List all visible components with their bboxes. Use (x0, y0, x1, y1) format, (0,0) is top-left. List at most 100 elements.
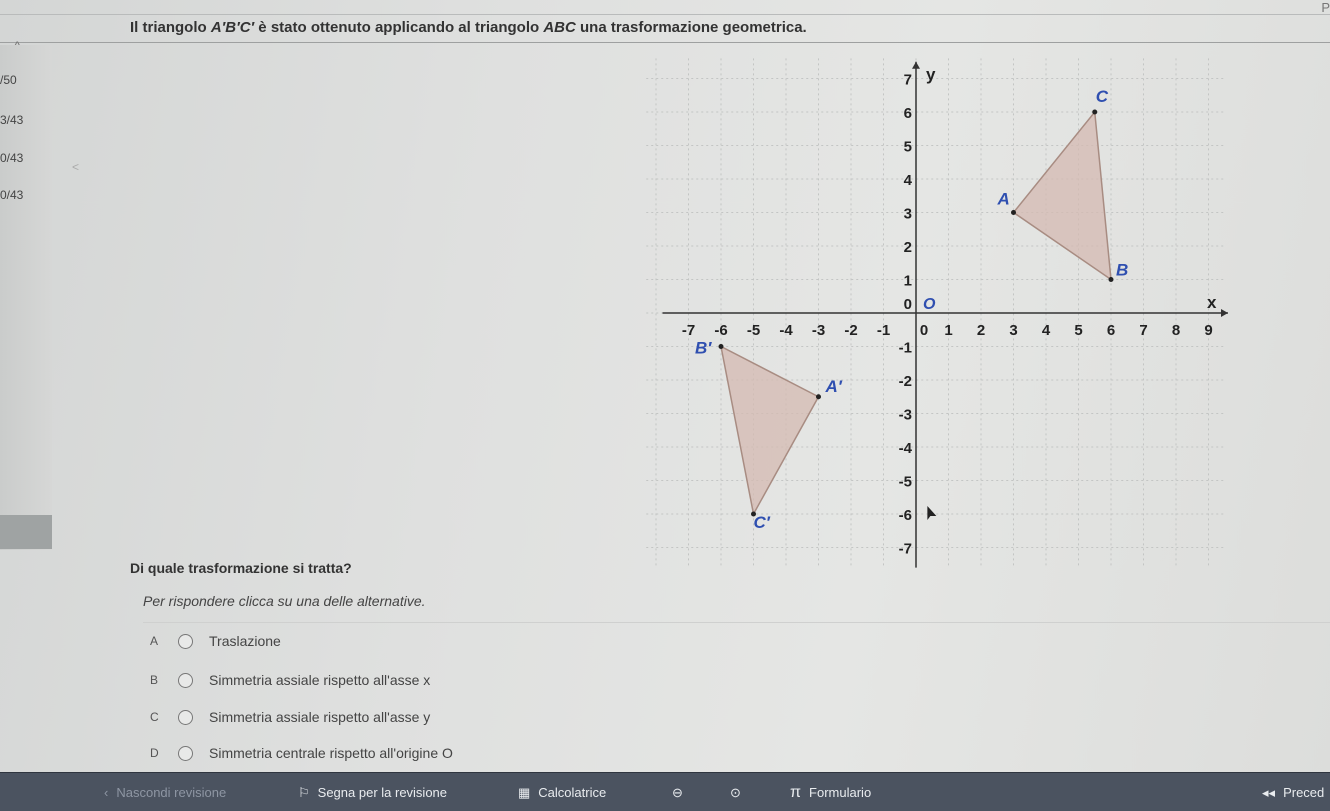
x-tick-label: -5 (747, 322, 760, 339)
x-tick-label: 9 (1204, 322, 1212, 339)
option-letter: A (150, 634, 159, 648)
x-tick-label: -7 (682, 322, 695, 339)
triangle-a-prime-b-prime-c-prime (719, 345, 820, 517)
x-tick-label: -4 (779, 322, 793, 339)
mouse-cursor-icon (927, 506, 937, 520)
triangle-a-prime-b-prime-c-prime-label-c: C′ (754, 513, 771, 532)
x-tick-label: 5 (1074, 322, 1082, 339)
option-d[interactable]: D Simmetria centrale rispetto all'origin… (150, 740, 453, 766)
x-tick-label: -1 (877, 322, 890, 339)
y-tick-label: -5 (899, 474, 912, 491)
radio-button[interactable] (178, 709, 193, 725)
option-letter: C (150, 710, 159, 724)
triangle-a-prime-b-prime-c-prime-label-a: A′ (825, 377, 843, 396)
option-text: Simmetria assiale rispetto all'asse x (209, 672, 431, 688)
origin-label: O (923, 296, 936, 313)
zoom-in-button[interactable]: ⊙ (730, 773, 749, 811)
x-axis-arrow-icon (1221, 309, 1228, 317)
y-tick-label: -4 (899, 440, 913, 457)
radio-button[interactable] (178, 633, 193, 649)
zoom-out-button[interactable]: ⊖ (672, 773, 691, 811)
flag-review-button[interactable]: ⚐ Segna per la revisione (298, 773, 447, 811)
options-divider (143, 622, 1330, 623)
triangle-abc-vertex-c (1092, 109, 1098, 115)
question-prompt: Di quale trasformazione si tratta? (130, 560, 352, 576)
triangle-a-prime-b-prime-c-prime-vertex-a (816, 394, 821, 400)
y-tick-label: 6 (904, 105, 912, 122)
corner-label: P (1321, 0, 1330, 15)
x-tick-label: 1 (944, 322, 952, 339)
question-shape: ABC (543, 19, 576, 36)
option-c[interactable]: C Simmetria assiale rispetto all'asse y (150, 704, 430, 730)
y-tick-label: -2 (899, 373, 912, 390)
sidebar-item-score[interactable]: 0/43 (0, 151, 23, 165)
triangle-abc-label-a: A (997, 190, 1010, 209)
option-b[interactable]: B Simmetria assiale rispetto all'asse x (150, 667, 430, 693)
y-tick-label: 0 (904, 296, 912, 313)
y-tick-label: -6 (899, 507, 912, 524)
x-tick-label: 0 (920, 322, 928, 339)
question-shape-prime: A′B′C′ (210, 19, 255, 36)
radio-button[interactable] (178, 672, 193, 688)
sidebar-active-item[interactable] (0, 515, 52, 549)
calculator-label: Calcolatrice (538, 785, 607, 800)
y-tick-label: -1 (899, 340, 912, 357)
y-tick-label: 1 (904, 273, 912, 290)
x-tick-label: -6 (714, 322, 727, 339)
zoom-in-icon: ⊙ (730, 784, 741, 800)
option-letter: B (150, 673, 159, 687)
question-title: Il triangolo A′B′C′ è stato ottenuto app… (130, 19, 807, 36)
option-text: Traslazione (209, 633, 281, 649)
calculator-button[interactable]: ▦ Calcolatrice (518, 773, 606, 811)
option-letter: D (150, 746, 159, 760)
sidebar-expand-arrow-icon[interactable]: < (72, 160, 79, 174)
question-middle: è stato ottenuto applicando al triangolo (254, 19, 544, 36)
triangle-abc-vertex-b (1108, 277, 1114, 282)
sidebar-item-score[interactable]: 0/43 (0, 188, 23, 202)
formulary-button[interactable]: π Formulario (790, 773, 871, 811)
question-suffix: una trasformazione geometrica. (575, 19, 807, 36)
answer-instruction: Per rispondere clicca su una delle alter… (143, 593, 426, 609)
x-axis-label: x (1207, 293, 1217, 312)
previous-button[interactable]: ◂◂ Preced (1262, 773, 1324, 811)
formulary-label: Formulario (809, 785, 872, 800)
option-text: Simmetria assiale rispetto all'asse y (209, 709, 431, 725)
y-tick-label: -3 (899, 407, 912, 424)
flag-review-label: Segna per la revisione (317, 785, 448, 800)
triangle-abc-label-b: B (1116, 261, 1128, 280)
triangle-abc (1012, 110, 1112, 282)
x-tick-label: 2 (977, 322, 985, 339)
y-tick-label: 2 (904, 239, 912, 256)
hide-review-button[interactable]: ‹ Nascondi revisione (104, 773, 226, 811)
y-tick-label: 3 (904, 206, 912, 223)
sidebar-item-score[interactable]: 3/43 (0, 113, 23, 127)
y-tick-label: -7 (899, 541, 912, 558)
triangle-abc-vertex-a (1011, 210, 1016, 215)
y-tick-label: 7 (904, 72, 912, 89)
x-tick-label: 8 (1172, 322, 1180, 339)
x-tick-label: -2 (844, 322, 857, 339)
x-tick-label: -3 (812, 322, 825, 339)
y-tick-label: 5 (904, 139, 912, 156)
triangle-a-prime-b-prime-c-prime-vertex-b (718, 344, 724, 349)
radio-button[interactable] (178, 745, 193, 761)
x-tick-label: 3 (1009, 322, 1017, 339)
x-tick-label: 4 (1042, 322, 1051, 339)
rewind-icon: ◂◂ (1262, 784, 1276, 800)
x-tick-label: 6 (1107, 322, 1115, 339)
calculator-icon: ▦ (518, 784, 531, 800)
y-tick-label: 4 (904, 172, 913, 189)
bottom-toolbar: ‹ Nascondi revisione ⚐ Segna per la revi… (0, 772, 1330, 811)
option-text: Simmetria centrale rispetto all'origine … (209, 745, 453, 761)
chevron-left-icon: ‹ (104, 785, 109, 800)
triangle-a-prime-b-prime-c-prime-label-b: B′ (695, 339, 712, 358)
question-prefix: Il triangolo (130, 19, 211, 36)
sidebar-item-score[interactable]: /50 (0, 73, 17, 87)
hide-review-label: Nascondi revisione (116, 785, 227, 800)
y-axis-label: y (926, 65, 936, 84)
previous-label: Preced (1283, 785, 1325, 800)
zoom-out-icon: ⊖ (672, 784, 683, 800)
top-border (0, 14, 1330, 15)
y-axis-arrow-icon (912, 61, 920, 69)
option-a[interactable]: A Traslazione (150, 628, 281, 654)
